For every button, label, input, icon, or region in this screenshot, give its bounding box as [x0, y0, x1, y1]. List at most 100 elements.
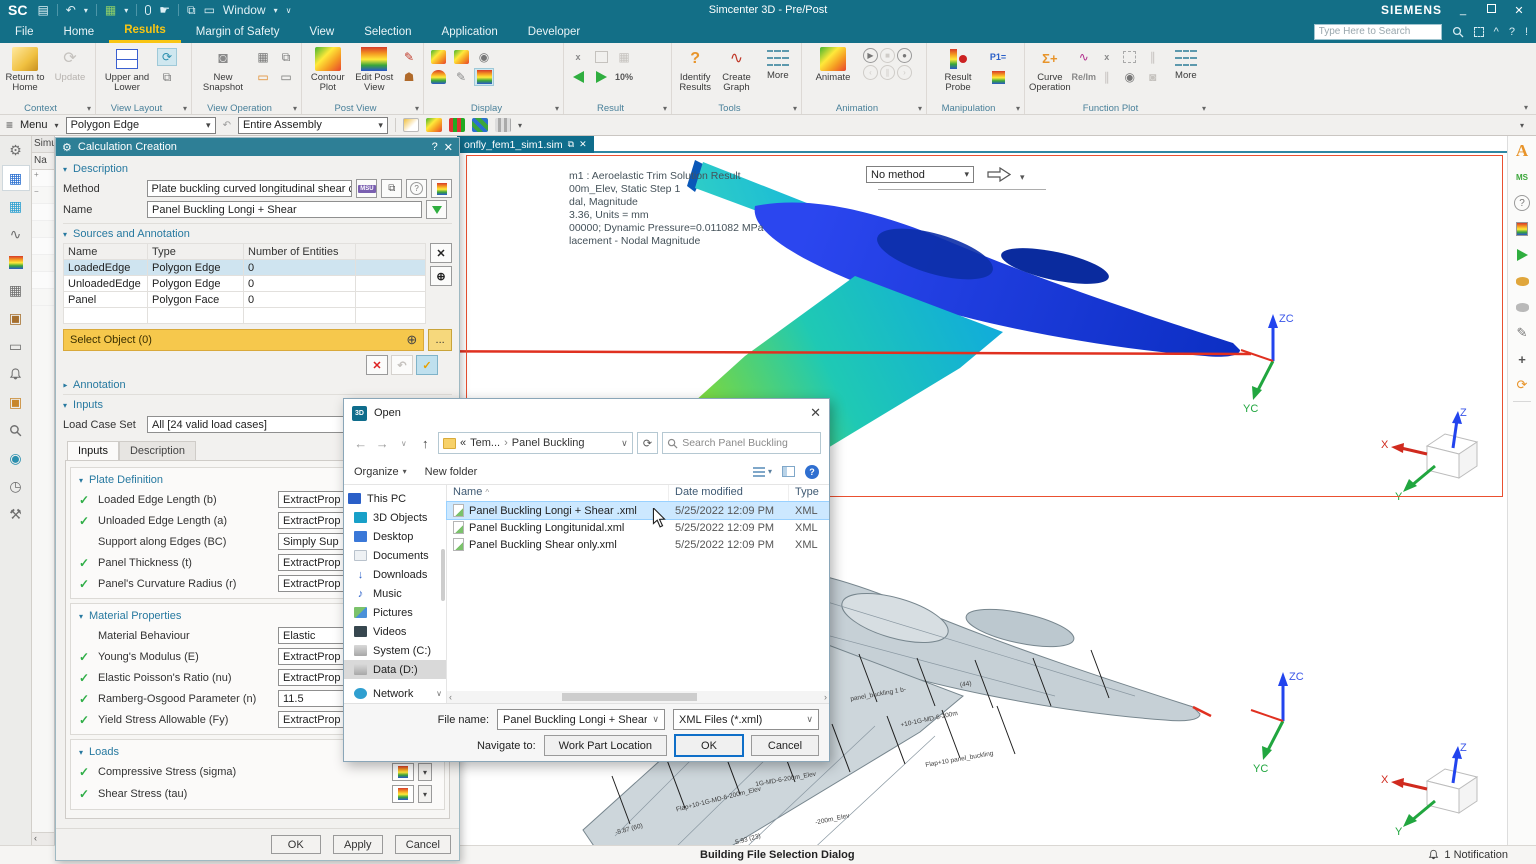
x-window-icon[interactable]: x	[1097, 48, 1117, 66]
new-part-icon[interactable]: ▣	[2, 389, 30, 415]
scroll-right-icon[interactable]: ›	[824, 692, 827, 702]
close-button[interactable]: ✕	[1512, 4, 1526, 17]
work-part-location-button[interactable]: Work Part Location	[544, 735, 667, 756]
remove-source-button[interactable]: ✕	[430, 243, 452, 263]
scope-combo[interactable]: Entire Assembly ▾	[238, 117, 388, 134]
contour-plot-button[interactable]: Contour Plot	[306, 45, 350, 94]
identify-results-button[interactable]: ? Identify Results	[676, 45, 714, 94]
y-window-icon[interactable]: ∥	[1097, 68, 1117, 86]
col-type[interactable]: Type	[148, 244, 244, 260]
group-dialog-icon[interactable]: ▾	[415, 104, 419, 113]
refresh-layout-icon[interactable]: ⟳	[157, 48, 177, 66]
sidebar-videos[interactable]: Videos	[344, 622, 446, 641]
tab-view[interactable]: View	[295, 20, 350, 43]
ok-button[interactable]: OK	[271, 835, 321, 854]
select-object-bar[interactable]: Select Object (0) ⊕	[63, 329, 424, 351]
select-options-button[interactable]: ...	[428, 329, 452, 351]
play-animation-icon[interactable]: ▶	[863, 48, 878, 63]
margin-of-safety-icon[interactable]: MS	[1510, 165, 1534, 189]
tab-application[interactable]: Application	[427, 20, 513, 43]
tab-file[interactable]: File	[0, 20, 49, 43]
group-dialog-icon[interactable]: ▾	[1202, 104, 1206, 113]
fit-plot-icon[interactable]	[1120, 48, 1140, 66]
navigator-row[interactable]: +	[32, 170, 54, 187]
colorbar-edit-icon[interactable]	[988, 68, 1008, 86]
notification-bell-icon[interactable]	[2, 361, 30, 387]
open-ok-button[interactable]: OK	[675, 735, 743, 756]
result-probe-button[interactable]: Result Probe	[931, 45, 985, 94]
col-count[interactable]: Number of Entities	[244, 244, 356, 260]
touch-mode-icon[interactable]: ☛	[159, 3, 170, 17]
help-icon[interactable]: ?	[1509, 26, 1515, 38]
stop-animation-icon[interactable]: ■	[880, 48, 895, 63]
smooth-surface-icon[interactable]	[428, 68, 448, 86]
capture-dropdown-icon[interactable]: ▾	[124, 6, 128, 15]
forward-icon[interactable]: →	[374, 436, 392, 451]
group-dialog-icon[interactable]: ▾	[293, 104, 297, 113]
horizontal-scrollbar[interactable]: ‹ ›	[447, 691, 829, 703]
dialog-close-icon[interactable]: ✕	[444, 141, 453, 154]
address-bar[interactable]: « Tem... › Panel Buckling ∨	[438, 432, 633, 454]
next-result-icon[interactable]	[591, 68, 611, 86]
command-search-input[interactable]	[1314, 24, 1442, 40]
database-gray-icon[interactable]	[1510, 295, 1534, 319]
tab-close-icon[interactable]: ✕	[579, 139, 587, 150]
record-animation-icon[interactable]: ●	[897, 48, 912, 63]
navigator-row[interactable]	[32, 289, 54, 306]
new-snapshot-button[interactable]: ◙ New Snapshot	[196, 45, 250, 94]
reject-selection-button[interactable]: ✕	[366, 355, 388, 375]
search-part-icon[interactable]	[2, 417, 30, 443]
window-new-icon[interactable]: ▭	[204, 3, 215, 17]
simulation-navigator-icon[interactable]: ▦	[2, 165, 30, 191]
paste-view-icon[interactable]: ▭	[276, 68, 296, 86]
help-icon[interactable]: ?	[805, 465, 819, 479]
view-tag-icon[interactable]: ▭	[253, 68, 273, 86]
curve-operation-button[interactable]: Σ+ Curve Operation	[1029, 45, 1071, 94]
sidebar-scrollbar[interactable]	[441, 549, 445, 601]
qat-customize-icon[interactable]: ∨	[286, 6, 292, 15]
entity-type-combo[interactable]: Polygon Edge ▾	[66, 117, 216, 134]
snap-grid-red-icon[interactable]	[449, 118, 465, 132]
sidebar-documents[interactable]: Documents	[344, 546, 446, 565]
method-help-button[interactable]: ?	[406, 179, 427, 198]
margin-method-combo[interactable]: No method ▾	[866, 166, 974, 183]
sidebar-pictures[interactable]: Pictures	[344, 603, 446, 622]
collapse-ribbon-icon[interactable]: ^	[1494, 26, 1499, 38]
snap-grid-gray-icon[interactable]	[495, 118, 511, 132]
measure-plot-icon[interactable]: ∥	[1143, 48, 1163, 66]
cube-list-icon[interactable]	[451, 48, 471, 66]
tab-description[interactable]: Description	[119, 441, 196, 460]
sidebar-downloads[interactable]: ↓Downloads	[344, 565, 446, 584]
group-dialog-icon[interactable]: ▾	[918, 104, 922, 113]
undo-icon[interactable]: ↶	[66, 3, 76, 17]
stress-source-button[interactable]	[392, 785, 414, 803]
group-dialog-icon[interactable]: ▾	[663, 104, 667, 113]
scroll-left-icon[interactable]: ‹	[449, 692, 452, 702]
dialog-help-icon[interactable]: ?	[432, 141, 438, 153]
group-dialog-icon[interactable]: ▾	[1016, 104, 1020, 113]
table-row[interactable]: UnloadedEdge Polygon Edge 0	[64, 276, 426, 292]
group-dialog-icon[interactable]: ▾	[183, 104, 187, 113]
go-next-icon[interactable]	[1510, 243, 1534, 267]
file-name-combo[interactable]: Panel Buckling Longi + Shear .xml∨	[497, 709, 665, 730]
group-dialog-icon[interactable]: ▾	[555, 104, 559, 113]
ribbon-overflow-icon[interactable]: ▾	[1524, 103, 1528, 112]
sidebar-data-d[interactable]: Data (D:)	[344, 660, 446, 679]
view-mode-button[interactable]: ▾	[753, 467, 772, 477]
address-dropdown-icon[interactable]: ∨	[621, 438, 628, 449]
report-clipboard-icon[interactable]	[1510, 217, 1534, 241]
layered-display-icon[interactable]	[474, 68, 494, 86]
return-to-home-button[interactable]: Return to Home	[4, 45, 46, 94]
snap-highlight-icon[interactable]	[403, 118, 419, 132]
plot-trend-icon[interactable]: ∿	[1074, 48, 1094, 66]
percent-step-icon[interactable]: 10%	[614, 68, 634, 86]
sidebar-music[interactable]: ♪Music	[344, 584, 446, 603]
schedule-edit-icon[interactable]: ✎	[1510, 321, 1534, 345]
function-navigator-icon[interactable]: ∿	[2, 221, 30, 247]
open-dialog-title-bar[interactable]: 3D Open ✕	[344, 399, 829, 427]
tools-more-button[interactable]: More	[759, 45, 797, 81]
group-dialog-icon[interactable]: ▾	[87, 104, 91, 113]
stress-source-button[interactable]	[392, 763, 414, 781]
section-description[interactable]: ▾Description	[63, 163, 452, 175]
sim-file-tab[interactable]: onfly_fem1_sim1.sim ⧉ ✕	[457, 136, 594, 153]
